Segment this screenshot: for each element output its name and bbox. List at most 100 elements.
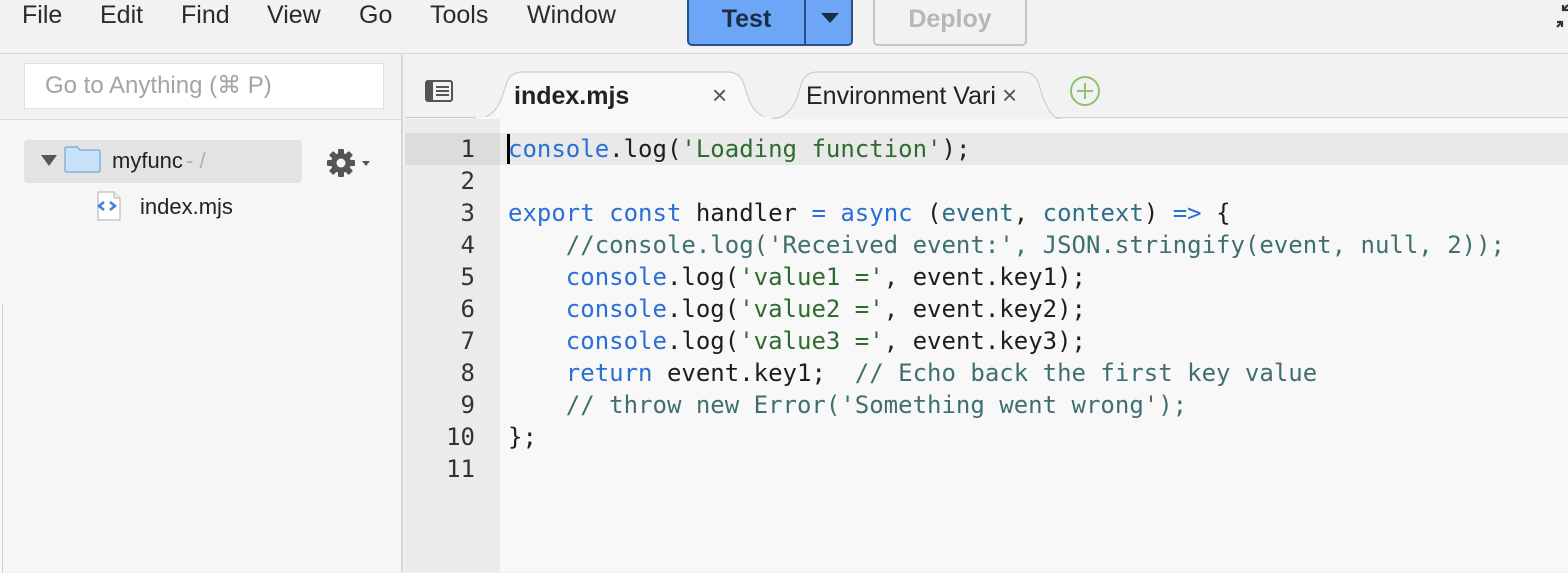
menu-tools[interactable]: Tools bbox=[430, 0, 488, 30]
code-token: async bbox=[840, 199, 913, 227]
text-cursor bbox=[507, 134, 510, 164]
line-number: 7 bbox=[460, 327, 475, 355]
test-dropdown-caret-icon[interactable] bbox=[808, 0, 851, 44]
code-token: 'Loading function' bbox=[681, 135, 942, 163]
code-token: export const bbox=[508, 199, 682, 227]
code-token: 'value2 =' bbox=[739, 295, 884, 323]
close-tab-icon[interactable]: × bbox=[712, 80, 727, 111]
tab-index-mjs[interactable]: index.mjs × bbox=[475, 70, 775, 119]
code-token: // Echo back the first key value bbox=[854, 359, 1318, 387]
code-line[interactable]: console.log('value3 =', event.key3); bbox=[508, 325, 1505, 357]
exit-fullscreen-icon[interactable] bbox=[1549, 4, 1568, 34]
line-numbers: 1 2 3 4 5 6 7 8 9 10 11 bbox=[405, 133, 475, 485]
code-content[interactable]: console.log('Loading function'); export c… bbox=[508, 133, 1505, 485]
editor-tab-bar: index.mjs × Environment Vari × bbox=[405, 55, 1568, 119]
code-line[interactable]: console.log('value2 =', event.key2); bbox=[508, 293, 1505, 325]
menu-view[interactable]: View bbox=[267, 0, 321, 30]
sidebar-divider bbox=[0, 303, 3, 573]
code-token: , event.key1); bbox=[883, 263, 1086, 291]
code-token: console bbox=[565, 263, 667, 291]
code-token: console bbox=[565, 327, 667, 355]
code-line[interactable]: //console.log('Received event:', JSON.st… bbox=[508, 229, 1505, 261]
line-number: 2 bbox=[460, 167, 475, 195]
code-token: event bbox=[941, 199, 1014, 227]
code-token: .log( bbox=[666, 295, 740, 323]
line-number: 1 bbox=[460, 135, 475, 163]
tree-file-index[interactable]: index.mjs bbox=[140, 194, 233, 220]
close-tab-icon[interactable]: × bbox=[1002, 80, 1017, 111]
file-sidebar: myfunc - / index.mjs bbox=[0, 55, 403, 573]
code-token: , event.key2); bbox=[883, 295, 1086, 323]
code-token: , event.key3); bbox=[883, 327, 1086, 355]
deploy-button[interactable]: Deploy bbox=[873, 0, 1027, 46]
menu-window[interactable]: Window bbox=[527, 0, 616, 30]
code-token: 'value1 =' bbox=[739, 263, 884, 291]
code-token: // throw new Error('Something went wrong… bbox=[565, 391, 1188, 419]
menu-go[interactable]: Go bbox=[359, 0, 392, 30]
code-token: //console.log('Received event:', JSON.st… bbox=[565, 231, 1505, 259]
code-token: console bbox=[508, 135, 610, 163]
tree-folder-myfunc[interactable]: myfunc - / bbox=[24, 140, 302, 183]
line-number: 9 bbox=[460, 391, 475, 419]
code-line[interactable]: console.log('value1 =', event.key1); bbox=[508, 261, 1505, 293]
folder-icon bbox=[64, 146, 101, 173]
folder-path: - / bbox=[186, 148, 206, 173]
gear-icon[interactable] bbox=[326, 147, 374, 179]
test-split-button: Test bbox=[687, 0, 853, 46]
code-token: console bbox=[565, 295, 667, 323]
code-line[interactable] bbox=[508, 165, 1505, 197]
line-number: 6 bbox=[460, 295, 475, 323]
line-number: 4 bbox=[460, 231, 475, 259]
file-tree: myfunc - / index.mjs bbox=[0, 119, 401, 573]
code-token: .log( bbox=[666, 327, 740, 355]
code-token: => bbox=[1172, 199, 1202, 227]
code-token: ) bbox=[1143, 199, 1173, 227]
code-token: , bbox=[1013, 199, 1043, 227]
line-number: 3 bbox=[460, 199, 475, 227]
code-token: }; bbox=[508, 423, 537, 451]
code-line[interactable]: export const handler = async (event, con… bbox=[508, 197, 1505, 229]
code-token: { bbox=[1201, 199, 1231, 227]
code-editor[interactable]: 1 2 3 4 5 6 7 8 9 10 11 console.log('Loading funct… bbox=[405, 119, 1568, 572]
tab-label: Environment Vari bbox=[806, 82, 996, 110]
line-number: 11 bbox=[446, 455, 475, 483]
code-file-icon bbox=[96, 191, 121, 221]
code-token: .log( bbox=[666, 263, 740, 291]
add-tab-icon[interactable] bbox=[1069, 75, 1101, 107]
code-line[interactable] bbox=[508, 453, 1505, 485]
line-number: 8 bbox=[460, 359, 475, 387]
expand-triangle-icon[interactable] bbox=[41, 155, 57, 166]
code-line[interactable]: }; bbox=[508, 421, 1505, 453]
folder-name: myfunc bbox=[112, 148, 183, 173]
code-token: 'value3 =' bbox=[739, 327, 884, 355]
code-token: handler bbox=[681, 199, 812, 227]
code-line[interactable]: return event.key1; // Echo back the firs… bbox=[508, 357, 1505, 389]
code-token: context bbox=[1042, 199, 1144, 227]
code-token: return bbox=[565, 359, 653, 387]
code-token: = bbox=[811, 199, 826, 227]
menu-edit[interactable]: Edit bbox=[100, 0, 143, 30]
code-token: .log( bbox=[609, 135, 682, 163]
line-number: 10 bbox=[446, 423, 475, 451]
code-token: ); bbox=[941, 135, 971, 163]
code-line[interactable]: console.log('Loading function'); bbox=[508, 133, 1505, 165]
menu-file[interactable]: File bbox=[22, 0, 62, 30]
tab-environment-variables[interactable]: Environment Vari × bbox=[770, 70, 1060, 119]
code-line[interactable]: // throw new Error('Something went wrong… bbox=[508, 389, 1505, 421]
goto-anything-input[interactable] bbox=[24, 63, 384, 109]
menu-bar: File Edit Find View Go Tools Window Test… bbox=[0, 0, 1568, 54]
code-token: event.key1; bbox=[652, 359, 855, 387]
test-button[interactable]: Test bbox=[689, 0, 806, 44]
code-token: ( bbox=[912, 199, 942, 227]
line-number: 5 bbox=[460, 263, 475, 291]
tab-label: index.mjs bbox=[514, 82, 630, 110]
toggle-panel-icon[interactable] bbox=[425, 79, 453, 103]
menu-find[interactable]: Find bbox=[181, 0, 230, 30]
